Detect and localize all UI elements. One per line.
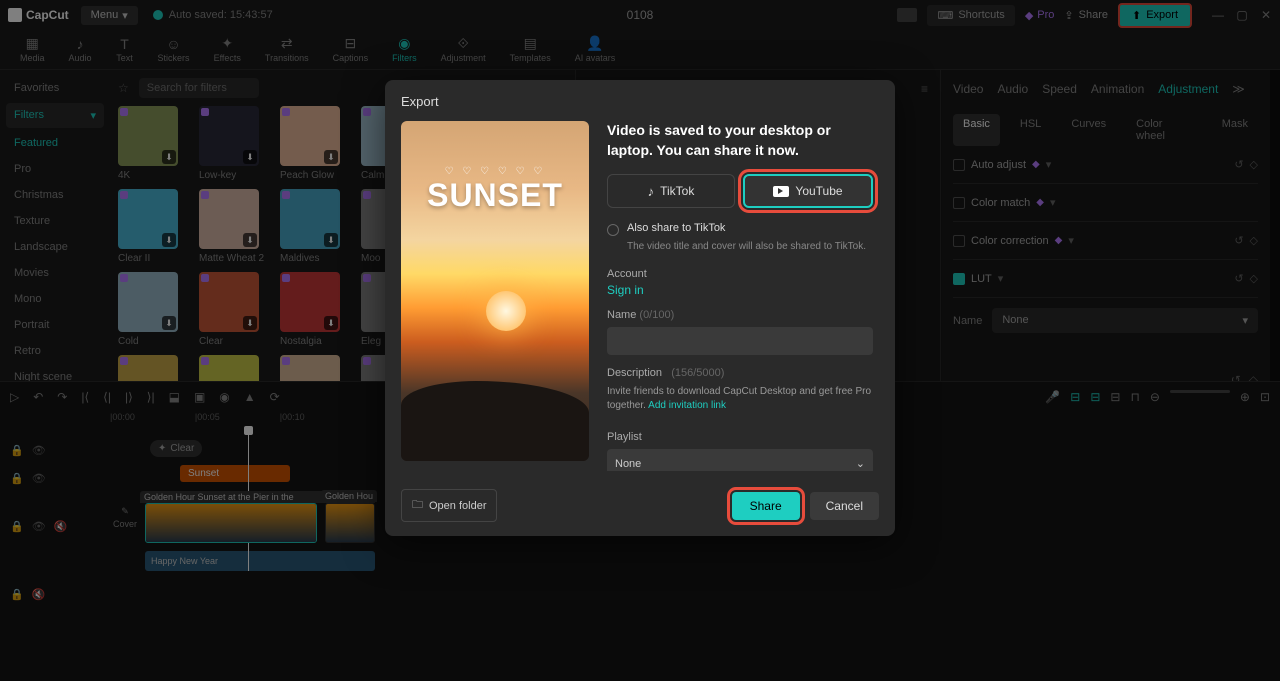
tiktok-tab[interactable]: TikTok [607, 174, 735, 208]
folder-icon: 🗀 [412, 496, 423, 515]
account-label: Account [607, 268, 873, 280]
description-label: Description (156/5000) [607, 367, 873, 379]
also-share-description: The video title and cover will also be s… [627, 240, 873, 254]
also-share-label: Also share to TikTok [627, 222, 725, 236]
hearts-decoration: ♡ ♡ ♡ ♡ ♡ ♡ [445, 166, 546, 177]
sun-graphic [486, 291, 526, 331]
modal-title: Export [401, 94, 879, 109]
description-textarea[interactable]: Invite friends to download CapCut Deskto… [607, 379, 873, 419]
name-input[interactable] [607, 327, 873, 355]
rock-graphic [401, 381, 589, 461]
also-share-checkbox[interactable] [607, 224, 619, 236]
playlist-select[interactable]: None⌄ [607, 449, 873, 471]
export-modal: Export ♡ ♡ ♡ ♡ ♡ ♡ SUNSET Video is saved… [385, 80, 895, 536]
share-button[interactable]: Share [732, 492, 800, 520]
cancel-button[interactable]: Cancel [810, 492, 879, 520]
preview-text: SUNSET [427, 177, 563, 214]
signin-link[interactable]: Sign in [607, 283, 873, 297]
video-preview: ♡ ♡ ♡ ♡ ♡ ♡ SUNSET [401, 121, 589, 461]
playlist-label: Playlist [607, 431, 873, 443]
youtube-icon [773, 186, 789, 197]
share-heading: Video is saved to your desktop or laptop… [607, 121, 873, 160]
youtube-tab[interactable]: YouTube [743, 174, 873, 208]
add-invitation-link[interactable]: Add invitation link [648, 400, 726, 411]
open-folder-button[interactable]: 🗀 Open folder [401, 489, 497, 522]
name-label: Name (0/100) [607, 309, 873, 321]
tiktok-icon [648, 184, 655, 199]
